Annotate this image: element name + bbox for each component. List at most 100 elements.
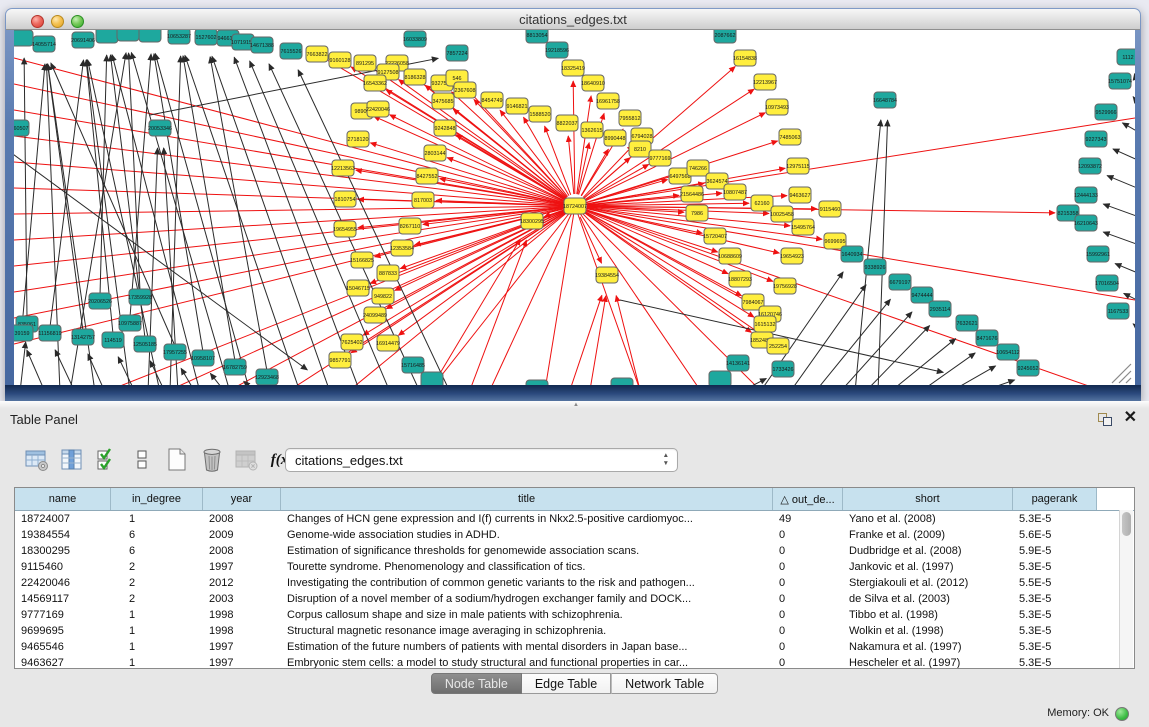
graph-node[interactable]: 9160128 [329,52,351,68]
graph-node[interactable]: 19756928 [773,278,797,294]
cell-name[interactable]: 18724007 [15,513,111,525]
cell-in_degree[interactable]: 1 [111,657,203,669]
cell-in_degree[interactable]: 2 [111,577,203,589]
graph-node[interactable]: 15992961 [1086,246,1110,262]
cell-year[interactable]: 2008 [203,545,281,557]
cell-out_de[interactable]: 0 [773,657,843,669]
window-titlebar[interactable]: citations_edges.txt [6,9,1140,30]
graph-node[interactable]: 2367608 [454,82,476,98]
cell-in_degree[interactable]: 1 [111,625,203,637]
canvas-resize-grip[interactable] [1112,364,1131,383]
graph-node[interactable]: 9777169 [649,150,671,166]
graph-node[interactable]: 12444133 [1074,187,1098,203]
unselect-all-columns-icon[interactable] [125,445,159,475]
graph-node[interactable]: 12213563 [331,160,355,176]
cell-year[interactable]: 1997 [203,641,281,653]
graph-node[interactable]: 16648784 [873,92,897,108]
graph-node[interactable]: 1527602 [195,30,217,45]
graph-node[interactable]: 15716485 [401,357,425,373]
graph-node[interactable]: 8186328 [404,69,426,85]
cell-short[interactable]: Tibbo et al. (1998) [843,609,1013,621]
graph-node[interactable]: 9146821 [506,98,528,114]
cell-title[interactable]: Genome-wide association studies in ADHD. [281,529,773,541]
graph-node[interactable]: 16210643 [1074,215,1098,231]
cell-pagerank[interactable]: 5.9E-5 [1013,545,1097,557]
graph-node[interactable]: 10654112 [996,344,1020,360]
create-column-icon[interactable] [160,445,194,475]
graph-node[interactable]: 9115460 [819,201,841,217]
cell-out_de[interactable]: 0 [773,593,843,605]
float-panel-icon[interactable] [1098,410,1114,426]
show-columns-icon[interactable] [55,445,89,475]
graph-node[interactable]: 6679197 [889,274,911,290]
graph-node[interactable] [611,378,633,385]
graph-node[interactable]: 8210 [629,141,651,157]
cell-out_de[interactable]: 0 [773,545,843,557]
graph-node[interactable]: 15495764 [791,219,815,235]
column-header-title[interactable]: title [281,488,773,510]
cell-year[interactable]: 1997 [203,657,281,669]
graph-node[interactable]: 17016504 [1095,275,1119,291]
table-row[interactable]: 946554611997Estimation of the future num… [15,639,1134,655]
delete-table-icon[interactable] [230,445,264,475]
graph-node[interactable]: 9463627 [789,187,811,203]
graph-node[interactable]: 2935114 [929,301,951,317]
graph-node[interactable]: 16543362 [363,75,387,91]
graph-node[interactable]: 15720407 [703,228,727,244]
graph-node[interactable]: 15046715 [346,280,370,296]
cell-name[interactable]: 18300295 [15,545,111,557]
cell-year[interactable]: 2003 [203,593,281,605]
cell-pagerank[interactable]: 5.3E-5 [1013,561,1097,573]
tab-network-table[interactable]: Network Table [611,673,718,694]
graph-node[interactable]: 12505185 [133,336,157,352]
graph-node[interactable]: 2060507 [14,120,29,136]
cell-title[interactable]: Estimation of the future numbers of pati… [281,641,773,653]
graph-node[interactable]: 18300295 [520,213,544,229]
cell-short[interactable]: Wolkin et al. (1998) [843,625,1013,637]
graph-node[interactable]: 887833 [377,265,399,281]
graph-node[interactable]: 18807293 [728,271,752,287]
cell-out_de[interactable]: 49 [773,513,843,525]
graph-node[interactable]: 39159 [14,325,33,341]
graph-node[interactable]: 7986 [686,205,708,221]
cell-short[interactable]: Yano et al. (2008) [843,513,1013,525]
graph-node[interactable]: 949822 [372,288,394,304]
cell-year[interactable]: 1998 [203,609,281,621]
cell-out_de[interactable]: 0 [773,609,843,621]
graph-node[interactable]: 7663822 [306,46,328,62]
cell-year[interactable]: 1998 [203,625,281,637]
graph-node[interactable]: 1615132 [754,316,776,332]
cell-year[interactable]: 2009 [203,529,281,541]
graph-node[interactable]: 62160 [751,195,773,211]
graph-node[interactable] [96,30,118,43]
graph-node[interactable]: 9529966 [1095,104,1117,120]
graph-node[interactable]: 19654955 [333,221,357,237]
graph-node[interactable]: 7632621 [956,315,978,331]
graph-node[interactable]: 15166825 [350,252,374,268]
graph-node[interactable]: 12353584 [390,240,414,256]
graph-node[interactable]: 24099489 [363,307,387,323]
graph-node[interactable]: 16782759 [223,359,247,375]
graph-node[interactable]: 16033809 [403,31,427,47]
cell-name[interactable]: 9115460 [15,561,111,573]
cell-in_degree[interactable]: 1 [111,513,203,525]
graph-node[interactable]: 114519 [102,332,124,348]
graph-node[interactable] [117,30,139,41]
graph-node[interactable]: 14671388 [250,37,274,53]
graph-node[interactable]: 11156819 [38,325,61,341]
cell-name[interactable]: 14569117 [15,593,111,605]
cell-pagerank[interactable]: 5.6E-5 [1013,529,1097,541]
graph-node[interactable]: 8267110 [399,218,421,234]
graph-node[interactable]: 19384554 [595,267,619,283]
graph-node[interactable]: 12093872 [1078,158,1102,174]
graph-node[interactable]: 10975887 [118,315,142,331]
table-row[interactable]: 1938455462009Genome-wide association stu… [15,527,1134,543]
graph-node[interactable]: 9474444 [911,287,933,303]
cell-pagerank[interactable]: 5.3E-5 [1013,609,1097,621]
graph-node[interactable] [421,372,443,385]
graph-node[interactable]: 746266 [687,160,709,176]
graph-node[interactable]: 817003 [412,192,434,208]
graph-node[interactable]: 20053346 [148,120,172,136]
cell-in_degree[interactable]: 1 [111,609,203,621]
cell-name[interactable]: 9699695 [15,625,111,637]
